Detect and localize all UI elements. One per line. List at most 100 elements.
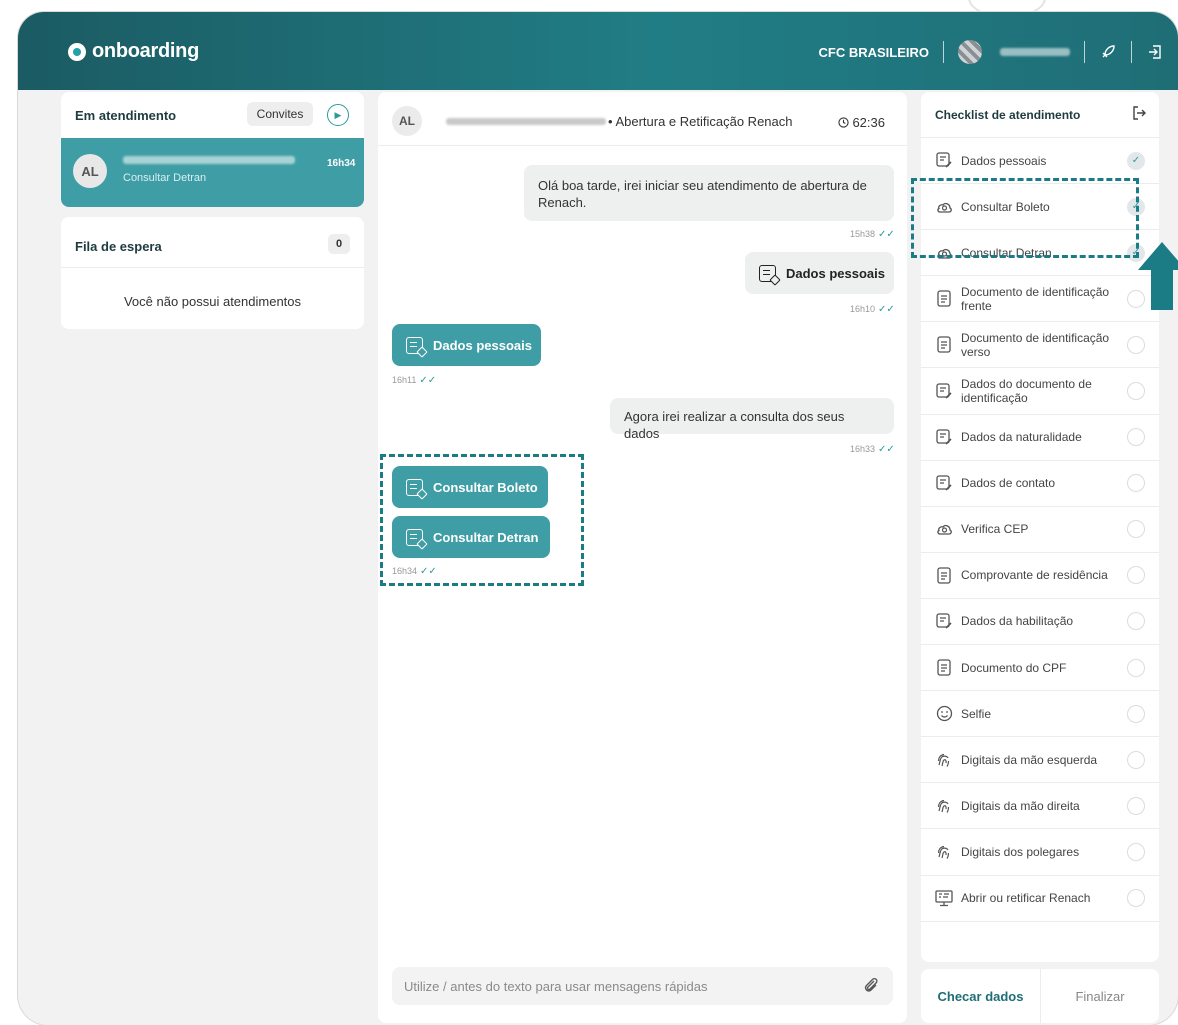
company-name: CFC BRASILEIRO xyxy=(818,44,930,60)
message-time: 15h38 ✓✓ xyxy=(850,229,895,240)
message-time: 16h33 ✓✓ xyxy=(850,444,895,455)
rocket-icon[interactable] xyxy=(1099,43,1117,61)
checklist-item-label: Dados pessoais xyxy=(961,153,1047,168)
collapse-panel-icon[interactable] xyxy=(1131,105,1147,124)
document-icon xyxy=(935,659,953,677)
checklist-item[interactable]: Documento de identificação frente xyxy=(921,276,1159,323)
check-done-icon[interactable]: ✓ xyxy=(1127,151,1145,170)
checklist-actions: Checar dados Finalizar xyxy=(921,969,1159,1023)
message-time: 16h10 ✓✓ xyxy=(850,304,895,315)
finish-button[interactable]: Finalizar xyxy=(1041,969,1159,1023)
checklist-item[interactable]: Abrir ou retificar Renach xyxy=(921,876,1159,922)
attach-icon[interactable] xyxy=(863,976,879,999)
divider xyxy=(943,41,944,63)
check-pending-icon[interactable] xyxy=(1127,842,1145,861)
checklist-item[interactable]: Dados da habilitação xyxy=(921,599,1159,646)
checklist-item[interactable]: Comprovante de residência xyxy=(921,553,1159,599)
play-queue-icon[interactable]: ▶ xyxy=(327,104,349,126)
divider xyxy=(1084,41,1085,63)
time-text: 16h10 xyxy=(850,304,876,314)
check-pending-icon[interactable] xyxy=(1127,335,1145,354)
highlight-box xyxy=(911,178,1139,258)
logo-text: onboarding xyxy=(92,40,199,62)
form-message[interactable]: Dados pessoais xyxy=(745,252,894,294)
active-service-panel: Em atendimento Convites ▶ AL Consultar D… xyxy=(61,92,364,207)
message-bubble: Agora irei realizar a consulta dos seus … xyxy=(610,398,894,441)
checklist-item[interactable]: Documento do CPF xyxy=(921,645,1159,692)
smile-icon xyxy=(935,705,953,723)
divider xyxy=(61,267,364,268)
cloud-search-icon xyxy=(935,520,953,538)
check-pending-icon[interactable] xyxy=(1127,382,1145,401)
checklist-item-label: Dados do documento de identificação xyxy=(961,377,1092,406)
message-text: Agora irei realizar a consulta dos seus … xyxy=(624,409,845,441)
chat-panel: AL • Abertura e Retificação Renach 62:36… xyxy=(378,92,907,1023)
queue-empty-message: Você não possui atendimentos xyxy=(123,294,302,309)
form-message[interactable]: Dados pessoais xyxy=(392,324,541,366)
check-pending-icon[interactable] xyxy=(1127,566,1145,585)
check-pending-icon[interactable] xyxy=(1127,520,1145,539)
form-icon xyxy=(406,336,423,354)
form-icon xyxy=(935,152,953,170)
chat-time: 16h34 xyxy=(327,158,356,169)
check-pending-icon[interactable] xyxy=(1127,704,1145,723)
checklist-item-label: Digitais dos polegares xyxy=(961,844,1080,859)
checklist-item-label: Dados da habilitação xyxy=(961,614,1074,629)
invites-button[interactable]: Convites xyxy=(247,102,313,126)
divider xyxy=(1131,41,1132,63)
timer-value: 62:36 xyxy=(852,115,885,130)
chat-header: AL • Abertura e Retificação Renach 62:36 xyxy=(378,92,907,146)
checklist-item[interactable]: Dados de contato xyxy=(921,461,1159,507)
document-icon xyxy=(935,336,953,354)
user-avatar[interactable] xyxy=(958,40,982,64)
check-pending-icon[interactable] xyxy=(1127,658,1145,677)
check-pending-icon[interactable] xyxy=(1127,474,1145,493)
double-check-icon: ✓✓ xyxy=(878,229,895,240)
check-pending-icon[interactable] xyxy=(1127,750,1145,769)
checklist-item-label: Verifica CEP xyxy=(961,522,1029,537)
checklist-item[interactable]: Digitais dos polegares xyxy=(921,829,1159,876)
check-pending-icon[interactable] xyxy=(1127,428,1145,447)
document-icon xyxy=(935,290,953,308)
message-input[interactable] xyxy=(404,967,844,1005)
pointer-arrow-icon xyxy=(1138,242,1178,310)
checklist-item-label: Abrir ou retificar Renach xyxy=(961,891,1091,906)
message-time: 16h11 ✓✓ xyxy=(392,375,436,386)
active-title: Em atendimento xyxy=(75,108,177,123)
checklist-item-label: Dados de contato xyxy=(961,476,1056,491)
checklist-item[interactable]: Selfie xyxy=(921,691,1159,738)
time-text: 15h38 xyxy=(850,229,876,239)
header-right: CFC BRASILEIRO xyxy=(819,40,1165,64)
highlight-box xyxy=(380,454,584,586)
checklist-item-label: Dados da naturalidade xyxy=(961,430,1082,445)
top-bar: onboarding CFC BRASILEIRO xyxy=(18,12,1178,90)
service-name: • Abertura e Retificação Renach xyxy=(608,114,793,129)
logo[interactable]: onboarding xyxy=(68,40,199,63)
timer: 62:36 xyxy=(838,115,885,130)
message-bubble: Olá boa tarde, irei iniciar seu atendime… xyxy=(524,165,894,221)
user-name-blurred xyxy=(1000,48,1070,56)
fingerprint-icon xyxy=(935,751,953,769)
check-pending-icon[interactable] xyxy=(1127,612,1145,631)
check-pending-icon[interactable] xyxy=(1127,889,1145,908)
checklist-item-label: Documento do CPF xyxy=(961,660,1067,675)
message-text: Dados pessoais xyxy=(433,337,532,353)
check-data-button[interactable]: Checar dados xyxy=(921,969,1040,1023)
checklist-item[interactable]: Dados da naturalidade xyxy=(921,415,1159,461)
checklist-item[interactable]: Verifica CEP xyxy=(921,507,1159,553)
checklist-item-label: Selfie xyxy=(961,706,992,721)
queue-count-badge: 0 xyxy=(328,234,350,254)
checklist-item[interactable]: Dados do documento de identificação xyxy=(921,368,1159,415)
checklist-item[interactable]: Documento de identificação verso xyxy=(921,322,1159,369)
checklist-item-label: Digitais da mão esquerda xyxy=(961,752,1098,767)
checklist-item[interactable]: Digitais da mão direita xyxy=(921,783,1159,830)
checklist-item-label: Documento de identificação verso xyxy=(961,330,1110,359)
active-chat-item[interactable]: AL Consultar Detran 16h34 xyxy=(61,138,364,207)
check-pending-icon[interactable] xyxy=(1127,796,1145,815)
time-text: 16h33 xyxy=(850,444,876,454)
double-check-icon: ✓✓ xyxy=(878,304,895,315)
logout-icon[interactable] xyxy=(1146,43,1164,61)
double-check-icon: ✓✓ xyxy=(419,375,437,386)
time-text: 16h11 xyxy=(392,375,417,385)
checklist-item[interactable]: Digitais da mão esquerda xyxy=(921,737,1159,784)
